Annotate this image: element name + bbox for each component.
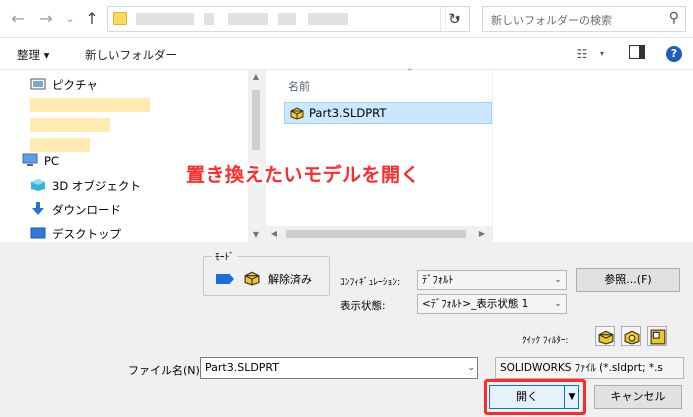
display-state-value: <ﾃﾞﾌｫﾙﾄ>_表示状態 1 [422, 298, 529, 310]
scroll-down-icon[interactable]: ▼ [248, 230, 264, 239]
address-path-blurred [228, 13, 268, 25]
nav-item-downloads[interactable]: ダウンロード [30, 200, 121, 220]
desktop-icon [30, 226, 46, 240]
cancel-button[interactable]: キャンセル [594, 385, 682, 409]
horizontal-scrollbar[interactable]: ◀ ▶ [266, 226, 492, 242]
annotation-text: 置き換えたいモデルを開く [186, 164, 421, 186]
download-icon [30, 202, 46, 216]
mode-group: ﾓｰﾄﾞ 解除済み [203, 249, 330, 296]
organize-button[interactable]: 整理 ▾ [17, 47, 49, 63]
configuration-label: ｺﾝﾌｨｷﾞｭﾚｰｼｮﾝ: [340, 277, 401, 288]
display-state-label: 表示状態: [340, 300, 386, 312]
scrollbar-thumb[interactable] [286, 230, 466, 238]
browse-button[interactable]: 参照...(F) [576, 268, 680, 292]
mode-value[interactable]: 解除済み [268, 271, 312, 287]
nav-item-label: PC [44, 154, 59, 168]
nav-item-label: デスクトップ [52, 227, 121, 241]
configuration-value: ﾃﾞﾌｫﾙﾄ [422, 274, 454, 286]
quick-filter-part-button[interactable] [595, 326, 615, 346]
chevron-down-icon[interactable]: ⌄ [467, 358, 475, 378]
solidworks-part-icon [290, 106, 304, 120]
column-header-name[interactable]: 名前 [288, 78, 310, 94]
new-folder-button[interactable]: 新しいフォルダー [85, 47, 177, 63]
nav-item-label: ダウンロード [52, 203, 121, 217]
search-icon: ⚲ [668, 10, 679, 26]
open-button[interactable]: 開く ▼ [489, 385, 579, 409]
folder-icon [113, 12, 127, 25]
file-list-pane: ⌃ 名前 Part3.SLDPRT ◀ ▶ [265, 68, 693, 242]
back-arrow-icon[interactable]: ← [8, 9, 28, 29]
quick-filter-drawing-button[interactable] [647, 326, 667, 346]
file-name: Part3.SLDPRT [309, 106, 387, 120]
display-state-select[interactable]: <ﾃﾞﾌｫﾙﾄ>_表示状態 1 ⌄ [417, 294, 567, 314]
nav-item-3d-objects[interactable]: 3D オブジェクト [30, 176, 141, 196]
address-path-blurred [204, 13, 214, 25]
solidworks-part-icon [244, 270, 260, 286]
file-type-value: SOLIDWORKS ﾌｧｲﾙ (*.sldprt; *.s [500, 362, 663, 374]
navigation-pane: ピクチャ PC 3D オブジェクト ダウンロード デスクトップ [0, 70, 264, 242]
chevron-down-icon[interactable]: ▾ [593, 45, 611, 63]
toolbar: 整理 ▾ 新しいフォルダー ☷ ▾ ? [0, 38, 693, 70]
recent-dropdown-icon[interactable]: ⌄ [60, 9, 80, 29]
file-type-select[interactable]: SOLIDWORKS ﾌｧｲﾙ (*.sldprt; *.s [495, 357, 684, 379]
configuration-select[interactable]: ﾃﾞﾌｫﾙﾄ ⌄ [417, 270, 567, 290]
scroll-left-icon[interactable]: ◀ [266, 229, 282, 238]
address-path-blurred [136, 13, 194, 25]
address-path-blurred [308, 13, 348, 25]
blurred-folder-entry [30, 138, 90, 152]
quick-filter-label: ｸｲｯｸ ﾌｨﾙﾀｰ: [522, 336, 569, 346]
blurred-folder-entry [30, 98, 150, 112]
quick-filter-assembly-button[interactable] [621, 326, 641, 346]
open-button-label[interactable]: 開く [490, 386, 564, 408]
up-arrow-icon[interactable]: ↑ [82, 9, 102, 29]
refresh-icon[interactable]: ↻ [440, 6, 468, 32]
filter-part-icon [598, 330, 614, 345]
sort-ascending-icon: ⌃ [406, 68, 414, 78]
filename-label: ファイル名(N): [128, 364, 204, 377]
pc-icon [22, 153, 38, 167]
filename-value: Part3.SLDPRT [205, 361, 279, 374]
nav-item-label: 3D オブジェクト [52, 179, 141, 193]
address-path-blurred [278, 13, 296, 25]
chevron-down-icon: ⌄ [554, 299, 562, 309]
view-options-icon[interactable]: ☷ [573, 45, 591, 63]
file-row[interactable]: Part3.SLDPRT [284, 102, 492, 124]
filename-input[interactable]: Part3.SLDPRT ⌄ [200, 357, 478, 379]
nav-item-label: ピクチャ [52, 78, 98, 92]
search-placeholder: 新しいフォルダーの検索 [491, 14, 612, 27]
address-bar-row: ← → ⌄ ↑ ▾ ↻ 新しいフォルダーの検索 ⚲ [0, 0, 693, 38]
nav-item-pc[interactable]: PC [22, 151, 59, 171]
nav-scrollbar[interactable]: ▲ ▼ [248, 70, 264, 242]
scroll-right-icon[interactable]: ▶ [474, 229, 490, 238]
search-input[interactable]: 新しいフォルダーの検索 ⚲ [482, 6, 686, 32]
blurred-folder-entry [30, 118, 110, 132]
chevron-down-icon: ⌄ [554, 275, 562, 285]
pictures-icon [30, 77, 46, 91]
scroll-up-icon[interactable]: ▲ [248, 72, 264, 81]
filter-assembly-icon [624, 330, 640, 345]
mode-flag-icon [216, 274, 234, 284]
nav-item-pictures[interactable]: ピクチャ [30, 75, 98, 95]
forward-arrow-icon[interactable]: → [36, 9, 56, 29]
3d-objects-icon [30, 178, 46, 192]
pane-divider [492, 70, 493, 242]
nav-item-desktop[interactable]: デスクトップ [30, 224, 121, 244]
scrollbar-thumb[interactable] [252, 90, 260, 150]
address-bar[interactable]: ▾ [107, 6, 470, 32]
help-icon[interactable]: ? [666, 46, 682, 62]
open-split-dropdown-icon[interactable]: ▼ [564, 386, 579, 408]
mode-legend: ﾓｰﾄﾞ [212, 249, 238, 263]
filter-drawing-icon [650, 329, 666, 345]
preview-pane-icon[interactable] [628, 45, 646, 63]
